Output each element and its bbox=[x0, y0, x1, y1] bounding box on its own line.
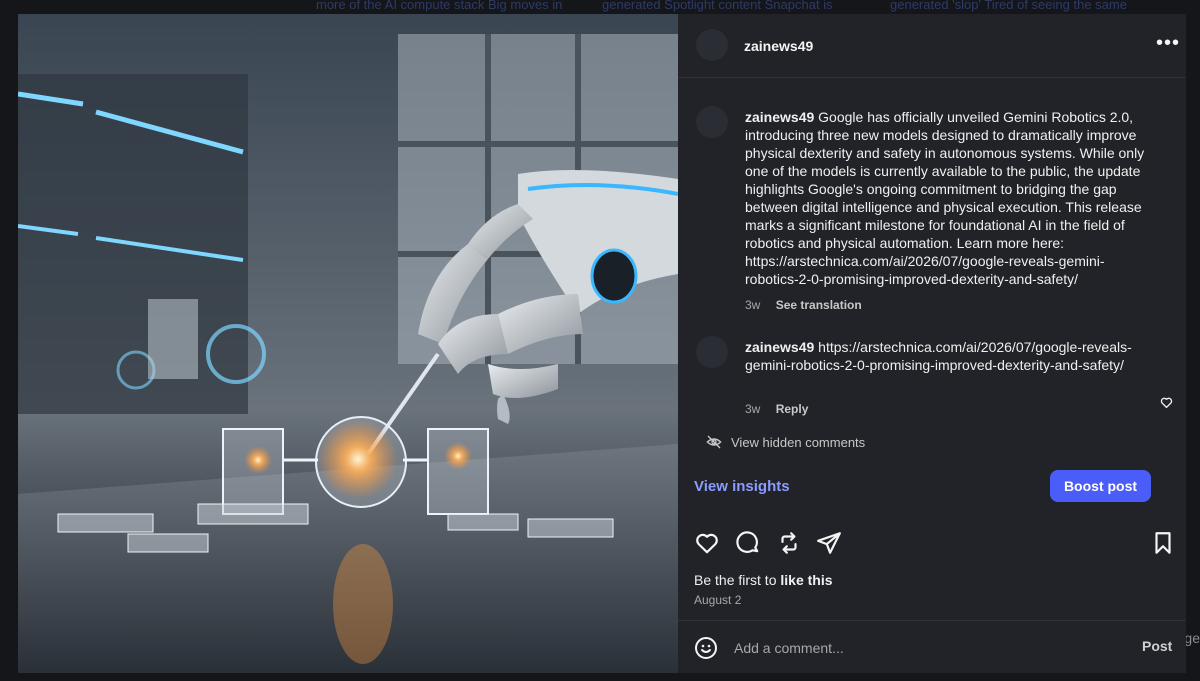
caption-text: zainews49 Google has officially unveiled… bbox=[745, 108, 1145, 288]
post-date: August 2 bbox=[694, 593, 742, 607]
post-comment-button[interactable]: Post bbox=[1142, 638, 1172, 654]
background-snippet: generated Spotlight content Snapchat is bbox=[602, 0, 833, 12]
post-header: zainews49 ••• bbox=[678, 14, 1186, 78]
eye-off-icon bbox=[706, 435, 722, 449]
comments-list[interactable]: zainews49 Google has officially unveiled… bbox=[678, 78, 1186, 458]
post-side-panel: zainews49 ••• zainews49 Google has offic… bbox=[678, 14, 1186, 673]
caption-meta: 3w See translation bbox=[745, 298, 874, 312]
more-horizontal-icon[interactable]: ••• bbox=[1156, 32, 1180, 55]
background-snippet: more of the AI compute stack Big moves i… bbox=[316, 0, 563, 12]
avatar[interactable] bbox=[696, 29, 728, 61]
comment-username[interactable]: zainews49 bbox=[745, 339, 814, 355]
like-this-link[interactable]: like this bbox=[780, 572, 832, 588]
comment-bubble-icon[interactable] bbox=[735, 530, 761, 556]
background-edge-text: ge bbox=[1184, 630, 1200, 646]
post-username[interactable]: zainews49 bbox=[744, 38, 813, 54]
post-image bbox=[18, 14, 678, 673]
view-insights-link[interactable]: View insights bbox=[694, 478, 790, 495]
boost-post-button[interactable]: Boost post bbox=[1050, 470, 1151, 502]
avatar[interactable] bbox=[696, 336, 728, 368]
comment-text: zainews49 https://arstechnica.com/ai/202… bbox=[745, 338, 1140, 374]
likes-prefix: Be the first to bbox=[694, 572, 781, 588]
robot-hand-illustration bbox=[18, 34, 678, 673]
save-bookmark-icon[interactable] bbox=[1150, 530, 1176, 556]
comment-meta: 3w Reply bbox=[745, 402, 820, 416]
like-heart-icon[interactable] bbox=[694, 530, 720, 556]
background-snippet: generated 'slop' Tired of seeing the sam… bbox=[890, 0, 1127, 12]
post-actions bbox=[694, 530, 1174, 558]
emoji-icon[interactable] bbox=[694, 636, 718, 660]
repost-icon[interactable] bbox=[776, 530, 802, 556]
background-page-strip: more of the AI compute stack Big moves i… bbox=[0, 0, 1200, 14]
share-send-icon[interactable] bbox=[816, 530, 842, 556]
comment-time: 3w bbox=[745, 402, 761, 416]
likes-summary: Be the first to like this bbox=[694, 572, 833, 588]
view-hidden-label: View hidden comments bbox=[731, 434, 866, 450]
caption-time: 3w bbox=[745, 298, 761, 312]
reply-button[interactable]: Reply bbox=[776, 402, 809, 416]
avatar[interactable] bbox=[696, 106, 728, 138]
see-translation-button[interactable]: See translation bbox=[776, 298, 862, 312]
comment-composer: Post bbox=[678, 620, 1186, 673]
view-hidden-comments[interactable]: View hidden comments bbox=[706, 434, 865, 450]
comment-like-icon[interactable] bbox=[1160, 396, 1173, 409]
caption-username[interactable]: zainews49 bbox=[745, 109, 814, 125]
caption-body: Google has officially unveiled Gemini Ro… bbox=[745, 109, 1145, 287]
post-modal: zainews49 ••• zainews49 Google has offic… bbox=[18, 14, 1186, 673]
add-comment-input[interactable] bbox=[734, 637, 1114, 659]
